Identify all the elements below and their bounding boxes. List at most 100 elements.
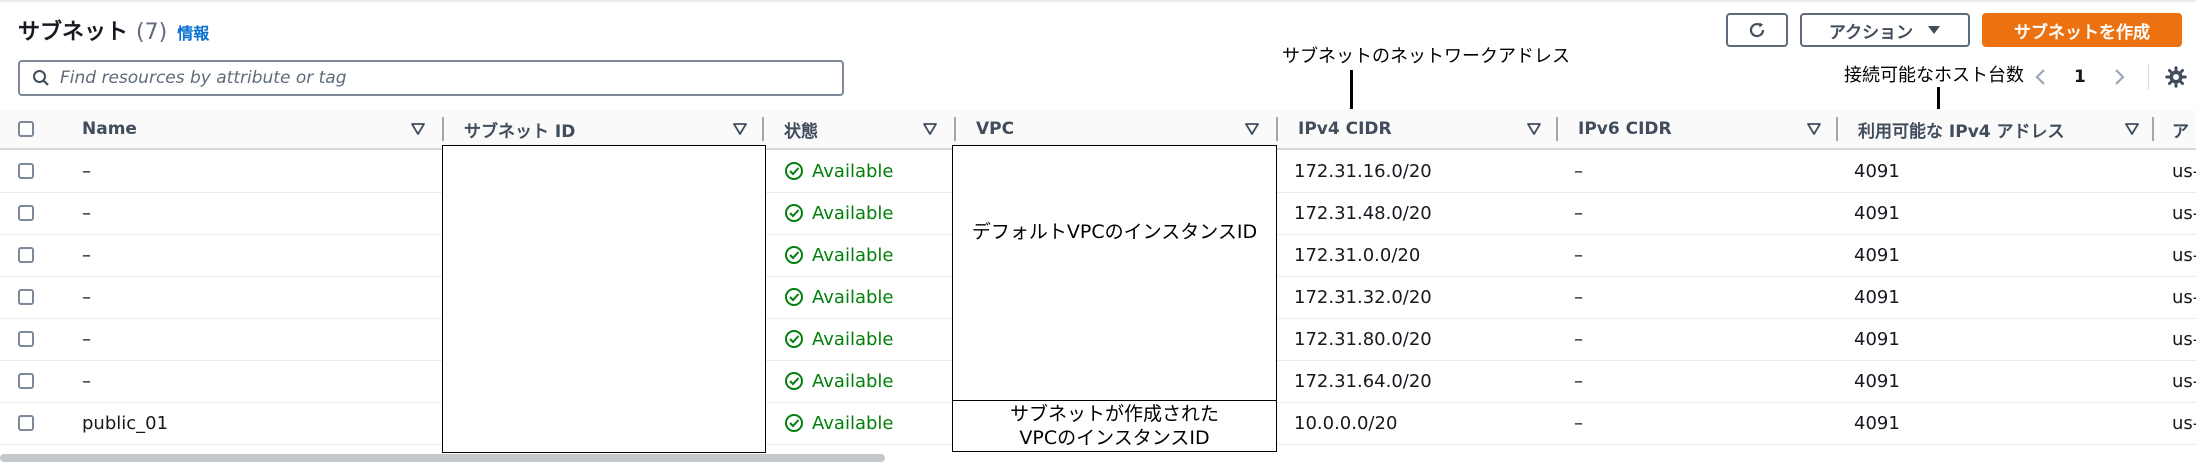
column-header[interactable]: ア — [2172, 110, 2189, 148]
cell-name: – — [82, 244, 91, 266]
sort-down-icon[interactable] — [1526, 121, 1542, 137]
cell-ipv4-cidr: 172.31.48.0/20 — [1294, 202, 1432, 224]
info-link[interactable]: 情報 — [177, 24, 209, 43]
status-text: Available — [812, 328, 894, 350]
row-checkbox[interactable] — [18, 331, 34, 347]
cell-ipv6-cidr: – — [1574, 328, 1583, 350]
cell-available-ipv4: 4091 — [1854, 412, 1900, 434]
annotation-available-hosts: 接続可能なホスト台数 — [1844, 65, 2024, 86]
column-header[interactable]: 状態 — [784, 110, 818, 148]
chevron-right-icon[interactable] — [2112, 67, 2126, 87]
sort-down-icon[interactable] — [922, 121, 938, 137]
column-divider[interactable] — [1556, 117, 1558, 141]
column-header[interactable]: サブネット ID — [464, 110, 575, 148]
cell-availability-zone: us- — [2172, 286, 2196, 308]
cell-availability-zone: us- — [2172, 412, 2196, 434]
cell-ipv4-cidr: 172.31.32.0/20 — [1294, 286, 1432, 308]
row-checkbox[interactable] — [18, 205, 34, 221]
cell-ipv6-cidr: – — [1574, 370, 1583, 392]
cell-available-ipv4: 4091 — [1854, 286, 1900, 308]
cell-status: Available — [784, 192, 893, 234]
chevron-left-icon[interactable] — [2034, 67, 2048, 87]
cell-name: – — [82, 202, 91, 224]
cell-available-ipv4: 4091 — [1854, 370, 1900, 392]
select-all-checkbox[interactable] — [18, 121, 34, 137]
column-divider[interactable] — [2152, 117, 2154, 141]
cell-available-ipv4: 4091 — [1854, 202, 1900, 224]
check-circle-icon — [785, 372, 803, 390]
cell-availability-zone: us- — [2172, 160, 2196, 182]
cell-ipv6-cidr: – — [1574, 202, 1583, 224]
sort-down-icon[interactable] — [732, 121, 748, 137]
cell-ipv6-cidr: – — [1574, 412, 1583, 434]
column-header[interactable]: VPC — [976, 110, 1014, 148]
column-divider[interactable] — [762, 117, 764, 141]
cell-ipv4-cidr: 172.31.0.0/20 — [1294, 244, 1421, 266]
check-circle-icon — [785, 162, 803, 180]
cell-ipv4-cidr: 172.31.80.0/20 — [1294, 328, 1432, 350]
sort-down-icon[interactable] — [1244, 121, 1260, 137]
pagination-divider — [2147, 64, 2149, 90]
status-text: Available — [812, 286, 894, 308]
cell-available-ipv4: 4091 — [1854, 328, 1900, 350]
annotation-leader-line — [1937, 87, 1940, 109]
row-checkbox[interactable] — [18, 373, 34, 389]
column-header[interactable]: Name — [82, 110, 137, 148]
column-header[interactable]: IPv4 CIDR — [1298, 110, 1392, 148]
search-field[interactable] — [18, 60, 844, 96]
gear-icon[interactable] — [2165, 66, 2187, 88]
title-count: (7) — [136, 20, 168, 45]
cell-availability-zone: us- — [2172, 328, 2196, 350]
cell-status: Available — [784, 276, 893, 318]
check-circle-icon — [785, 288, 803, 306]
sort-down-icon[interactable] — [410, 121, 426, 137]
cell-name: – — [82, 328, 91, 350]
refresh-button[interactable] — [1726, 13, 1788, 47]
table-header: Name サブネット ID 状態 VPC IPv4 CIDR IPv6 CIDR… — [0, 110, 2196, 150]
annotation-leader-line — [1350, 70, 1353, 109]
create-subnet-button[interactable]: サブネットを作成 — [1982, 13, 2182, 47]
actions-button[interactable]: アクション — [1800, 13, 1970, 47]
column-divider[interactable] — [1836, 117, 1838, 141]
pagination: 1 — [2034, 60, 2187, 94]
current-page[interactable]: 1 — [2074, 67, 2086, 87]
status-text: Available — [812, 202, 894, 224]
vpc-id-redaction-default — [952, 145, 1277, 401]
check-circle-icon — [785, 204, 803, 222]
column-divider[interactable] — [954, 117, 956, 141]
search-icon — [33, 70, 49, 86]
create-subnet-label: サブネットを作成 — [2014, 22, 2150, 43]
title-text: サブネット — [18, 20, 129, 45]
row-checkbox[interactable] — [18, 163, 34, 179]
status-text: Available — [812, 244, 894, 266]
cell-availability-zone: us- — [2172, 202, 2196, 224]
status-text: Available — [812, 370, 894, 392]
cell-available-ipv4: 4091 — [1854, 244, 1900, 266]
cell-status: Available — [784, 360, 893, 402]
cell-available-ipv4: 4091 — [1854, 160, 1900, 182]
row-checkbox[interactable] — [18, 415, 34, 431]
status-text: Available — [812, 160, 894, 182]
cell-name: – — [82, 286, 91, 308]
cell-name: – — [82, 160, 91, 182]
top-border — [0, 0, 2196, 2]
column-divider[interactable] — [1276, 117, 1278, 141]
sort-down-icon[interactable] — [2124, 121, 2140, 137]
column-divider[interactable] — [442, 117, 444, 141]
cell-status: Available — [784, 150, 893, 192]
search-input[interactable] — [58, 67, 822, 89]
horizontal-scrollbar[interactable] — [0, 454, 885, 462]
annotation-created-vpc-line1: サブネットが作成された — [1009, 403, 1219, 425]
column-header[interactable]: IPv6 CIDR — [1578, 110, 1672, 148]
status-text: Available — [812, 412, 894, 434]
row-checkbox[interactable] — [18, 247, 34, 263]
subnet-id-redaction — [442, 145, 766, 453]
row-checkbox[interactable] — [18, 289, 34, 305]
check-circle-icon — [785, 414, 803, 432]
cell-status: Available — [784, 234, 893, 276]
column-header[interactable]: 利用可能な IPv4 アドレス — [1858, 110, 2065, 148]
cell-name: – — [82, 370, 91, 392]
annotation-created-vpc-line2: VPCのインスタンスID — [1019, 427, 1210, 449]
annotation-created-vpc: サブネットが作成された VPCのインスタンスID — [952, 402, 1277, 450]
sort-down-icon[interactable] — [1806, 121, 1822, 137]
